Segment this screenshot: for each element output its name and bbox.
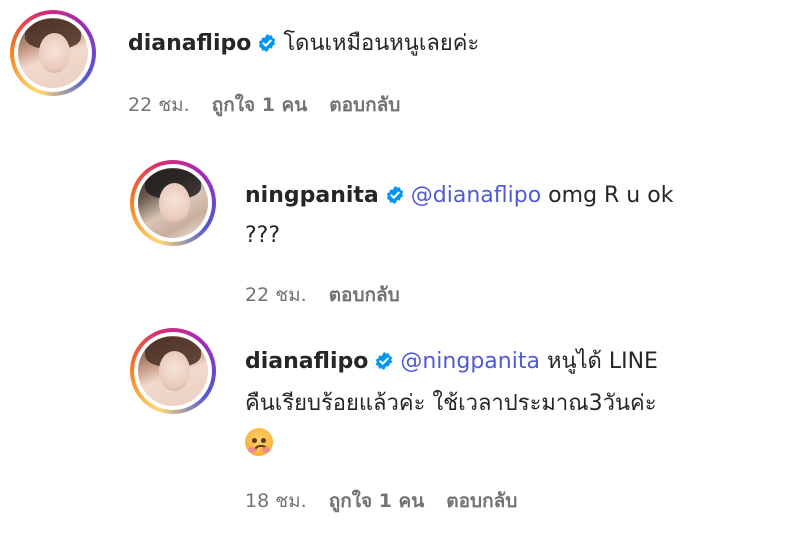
reply-button[interactable]: ตอบกลับ xyxy=(329,94,400,116)
username-link[interactable]: dianaflipo xyxy=(128,31,251,56)
likes-count-button[interactable]: ถูกใจ 1 คน xyxy=(212,94,308,116)
verified-badge-icon xyxy=(376,351,393,371)
likes-count-button[interactable]: ถูกใจ 1 คน xyxy=(329,490,425,512)
reply-button[interactable]: ตอบกลับ xyxy=(329,284,400,306)
comment-text: หนูได้ LINE xyxy=(546,349,658,374)
reply-button[interactable]: ตอบกลับ xyxy=(446,490,517,512)
username-link[interactable]: dianaflipo xyxy=(245,349,368,374)
verified-badge-icon xyxy=(259,33,276,53)
username-link[interactable]: ningpanita xyxy=(245,183,379,208)
mention-link[interactable]: @ningpanita xyxy=(400,349,540,374)
comment-timestamp: 18 ชม. xyxy=(245,490,307,512)
avatar-dianaflipo[interactable] xyxy=(10,10,96,96)
comment-timestamp: 22 ชม. xyxy=(128,94,190,116)
verified-badge-icon xyxy=(386,185,403,205)
profile-photo xyxy=(138,336,208,406)
comment-timestamp: 22 ชม. xyxy=(245,284,307,306)
comment-text: omg R u ok xyxy=(548,183,674,208)
avatar-dianaflipo[interactable] xyxy=(130,328,216,414)
comment-text-continued: ??? xyxy=(245,223,281,248)
hot-face-emoji-icon xyxy=(245,428,273,456)
profile-photo xyxy=(18,18,88,88)
mention-link[interactable]: @dianaflipo xyxy=(411,183,541,208)
comment-text-continued: คืนเรียบร้อยแล้วค่ะ ใช้เวลาประมาณ3วันค่ะ xyxy=(245,391,657,416)
avatar-ningpanita[interactable] xyxy=(130,160,216,246)
comment-text: โดนเหมือนหนูเลยค่ะ xyxy=(283,31,480,56)
profile-photo xyxy=(138,168,208,238)
